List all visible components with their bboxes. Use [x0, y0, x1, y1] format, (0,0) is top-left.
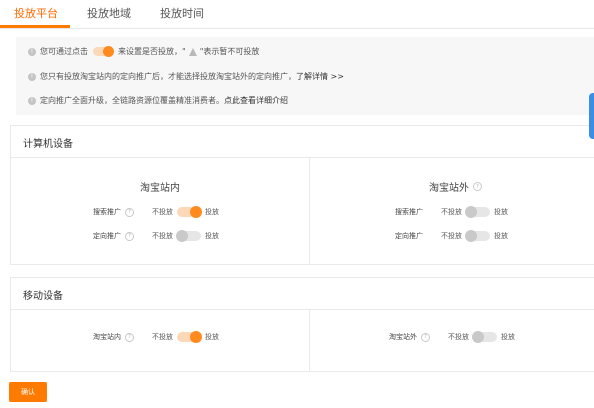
on-label: 投放 [205, 333, 219, 341]
row-label: 定向推广 [395, 232, 423, 240]
group-title: 淘宝站内 [140, 179, 180, 194]
warning-icon [188, 47, 197, 56]
toggle-row: 定向推广 ? 不投放 投放 [93, 230, 219, 242]
on-label: 投放 [205, 208, 219, 216]
computer-devices-card: 计算机设备 淘宝站内 搜索推广 ? 不投放 投放 定向推广 ? 不投放 投放 淘… [10, 125, 594, 265]
divider [11, 157, 594, 158]
row-label: 搜索推广 [395, 208, 423, 216]
notice-line-1: ! 您可通过点击 来设置是否投放，" "表示暂不可投放 [28, 46, 259, 57]
details-link[interactable]: 点此查看详细介绍 [224, 95, 288, 106]
group-title-text: 淘宝站外 [429, 183, 469, 194]
off-label: 不投放 [448, 333, 469, 341]
tab-bar: 投放平台 投放地域 投放时间 [0, 0, 594, 29]
row-label: 定向推广 [93, 232, 121, 240]
info-icon: ! [28, 47, 36, 56]
toggle-row: 搜索推广 不投放 投放 [395, 206, 508, 218]
toggle-switch[interactable] [465, 230, 490, 242]
row-label: 淘宝站外 [389, 333, 417, 341]
toggle-switch[interactable] [177, 206, 202, 218]
off-label: 不投放 [441, 232, 462, 240]
mobile-devices-card: 移动设备 淘宝站内 ? 不投放 投放 淘宝站外 ? 不投放 投放 [10, 277, 594, 372]
notice-line1-prefix: 您可通过点击 [40, 47, 88, 56]
off-label: 不投放 [441, 208, 462, 216]
on-label: 投放 [494, 208, 508, 216]
question-icon[interactable]: ? [473, 182, 482, 191]
side-panel-tab[interactable] [589, 93, 594, 139]
off-label: 不投放 [152, 208, 173, 216]
confirm-button[interactable]: 确认 [9, 382, 47, 402]
info-icon: ! [28, 72, 36, 81]
card-title: 计算机设备 [23, 139, 73, 150]
active-tab-indicator [0, 25, 70, 28]
notice-box: ! 您可通过点击 来设置是否投放，" "表示暂不可投放 ! 您只有投放淘宝站内的… [16, 37, 594, 115]
row-label: 搜索推广 [93, 208, 121, 216]
toggle-row: 淘宝站内 ? 不投放 投放 [93, 331, 219, 343]
group-title: 淘宝站外 ? [429, 179, 482, 194]
question-icon[interactable]: ? [125, 332, 134, 342]
on-label: 投放 [501, 333, 515, 341]
toggle-switch[interactable] [177, 331, 202, 343]
divider [309, 310, 310, 371]
divider [309, 158, 310, 264]
group-title-text: 淘宝站内 [140, 183, 180, 194]
tab-platform[interactable]: 投放平台 [14, 5, 58, 21]
toggle-switch[interactable] [472, 331, 497, 343]
info-icon: ! [28, 96, 36, 105]
toggle-row: 搜索推广 ? 不投放 投放 [93, 206, 219, 218]
tab-time[interactable]: 投放时间 [160, 5, 204, 21]
notice-line-3: ! 定向推广全面升级，全链路资源位覆盖精准消费者。 点此查看详细介绍 [28, 95, 288, 106]
toggle-switch[interactable] [465, 206, 490, 218]
on-label: 投放 [494, 232, 508, 240]
notice-line2-text: 您只有投放淘宝站内的定向推广后，才能选择投放淘宝站外的定向推广， [40, 72, 296, 81]
off-label: 不投放 [152, 333, 173, 341]
question-icon[interactable]: ? [125, 207, 134, 217]
question-icon[interactable]: ? [125, 231, 134, 241]
notice-line-2: ! 您只有投放淘宝站内的定向推广后，才能选择投放淘宝站外的定向推广， 了解详情 … [28, 71, 344, 82]
sample-toggle-icon [93, 46, 114, 57]
row-label: 淘宝站内 [93, 333, 121, 341]
tab-region[interactable]: 投放地域 [87, 5, 131, 21]
notice-line1-mid: 来设置是否投放，" [118, 47, 186, 56]
divider [11, 309, 594, 310]
toggle-row: 淘宝站外 ? 不投放 投放 [389, 331, 515, 343]
toggle-row: 定向推广 不投放 投放 [395, 230, 508, 242]
notice-line1-suffix: "表示暂不可投放 [199, 47, 260, 56]
off-label: 不投放 [152, 232, 173, 240]
notice-line3-text: 定向推广全面升级，全链路资源位覆盖精准消费者。 [40, 96, 224, 105]
toggle-switch[interactable] [176, 230, 201, 242]
card-title: 移动设备 [23, 291, 63, 302]
learn-more-link[interactable]: 了解详情 >> [296, 71, 344, 82]
question-icon[interactable]: ? [421, 332, 430, 342]
on-label: 投放 [205, 232, 219, 240]
